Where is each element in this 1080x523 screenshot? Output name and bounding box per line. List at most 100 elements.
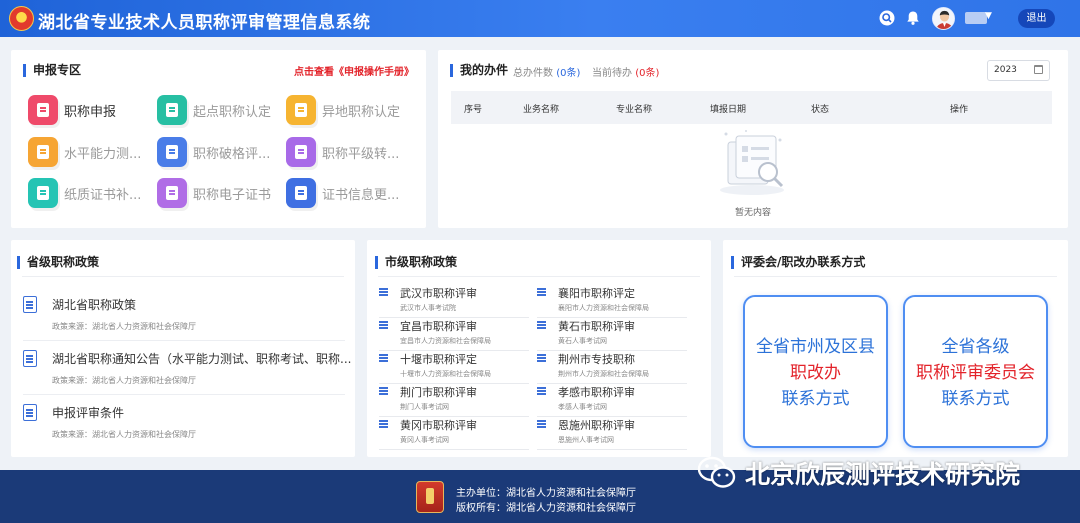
ministry-logo-icon	[416, 481, 444, 513]
city-title: 武汉市职称评审	[400, 287, 477, 300]
contact-line-highlight: 职改办	[790, 363, 841, 383]
policy-title: 湖北省职称通知公告（水平能力测试、职称考试、职称...	[52, 352, 352, 366]
document-icon	[23, 404, 37, 421]
case-icon	[286, 137, 316, 167]
city-item-jingmen[interactable]: 荆门市职称评审 荆门人事考试网	[379, 384, 529, 417]
apply-item-paper-reissue[interactable]: 纸质证书补...	[28, 178, 141, 208]
list-icon	[537, 288, 546, 296]
list-icon	[379, 354, 388, 362]
emblem-icon	[9, 6, 34, 31]
year-picker[interactable]: 2023	[987, 60, 1050, 81]
divider	[23, 340, 345, 341]
city-title: 十堰市职称评定	[400, 353, 477, 366]
empty-state-text: 暂无内容	[735, 208, 772, 218]
column-header: 序号	[464, 105, 483, 115]
list-icon	[379, 321, 388, 329]
watermark-text: 北京欣辰测评技术研究院	[745, 460, 1021, 489]
todo-total-value: (0条)	[556, 68, 581, 79]
apply-item-ability-test[interactable]: 水平能力测...	[28, 137, 141, 167]
apply-item-title-application[interactable]: 职称申报	[28, 95, 116, 125]
city-item-jingzhou[interactable]: 荆州市专技职称 荆州市人力资源和社会保障局	[537, 351, 687, 384]
apply-item-label: 纸质证书补...	[64, 187, 142, 203]
contact-line-highlight: 职称评审委员会	[916, 363, 1035, 383]
apply-item-label: 异地职称认定	[322, 104, 401, 120]
city-source: 黄石人事考试网	[558, 337, 607, 345]
apply-item-transfer[interactable]: 职称平级转...	[286, 137, 399, 167]
city-item-huangshi[interactable]: 黄石市职称评审 黄石人事考试网	[537, 318, 687, 351]
column-header: 填报日期	[710, 105, 747, 115]
apply-item-remote-title[interactable]: 异地职称认定	[286, 95, 400, 125]
briefcase-icon	[157, 137, 187, 167]
todo-total: 总办件数 (0条)	[513, 64, 580, 79]
city-item-xiaogan[interactable]: 孝感市职称评审 孝感人事考试网	[537, 384, 687, 417]
todo-section-title: 我的办件	[450, 64, 508, 77]
calendar-icon	[1034, 65, 1043, 74]
avatar[interactable]	[932, 7, 955, 30]
apply-section-title: 申报专区	[23, 64, 81, 77]
manual-link[interactable]: 点击查看《申报操作手册》	[294, 63, 414, 78]
logout-button[interactable]: 退出	[1018, 9, 1055, 28]
list-icon	[537, 321, 546, 329]
committee-contact-button[interactable]: 全省各级 职称评审委员会 联系方式	[903, 295, 1048, 448]
divider	[22, 276, 344, 277]
city-office-contact-button[interactable]: 全省市州及区县 职改办 联系方式	[743, 295, 888, 448]
city-item-enshi[interactable]: 恩施州职称评审 恩施州人事考试网	[537, 417, 687, 450]
city-item-xiangyang[interactable]: 襄阳市职称评定 襄阳市人力资源和社会保障局	[537, 285, 687, 318]
city-item-huanggang[interactable]: 黄冈市职称评审 黄冈人事考试网	[379, 417, 529, 450]
apply-item-exceptional[interactable]: 职称破格评...	[157, 137, 270, 167]
apply-item-label: 职称平级转...	[322, 146, 400, 162]
chevron-down-icon[interactable]: ▼	[985, 11, 992, 21]
list-icon	[537, 354, 546, 362]
search-icon[interactable]	[879, 10, 895, 26]
apply-item-label: 职称申报	[64, 104, 117, 120]
app-title: 湖北省专业技术人员职称评审管理信息系统	[38, 13, 371, 33]
column-header: 操作	[950, 105, 969, 115]
apply-item-e-certificate[interactable]: 职称电子证书	[157, 178, 271, 208]
apply-item-label: 证书信息更...	[322, 187, 400, 203]
city-source: 黄冈人事考试网	[400, 436, 449, 444]
apply-item-label: 水平能力测...	[64, 146, 142, 162]
city-title: 襄阳市职称评定	[558, 287, 635, 300]
divider	[734, 276, 1057, 277]
todo-pending: 当前待办 (0条)	[592, 64, 659, 79]
table-header: 序号 业务名称 专业名称 填报日期 状态 操作	[451, 91, 1052, 124]
column-header: 业务名称	[523, 105, 560, 115]
certificate-a-icon	[28, 137, 58, 167]
building-icon	[286, 95, 316, 125]
city-source: 十堰市人力资源和社会保障局	[400, 370, 491, 378]
city-source: 荆门人事考试网	[400, 403, 449, 411]
city-source: 襄阳市人力资源和社会保障局	[558, 304, 649, 312]
city-source: 武汉市人事考试院	[400, 304, 456, 312]
todo-pending-label: 当前待办	[592, 68, 632, 79]
watermark: 北京欣辰测评技术研究院	[697, 455, 1020, 491]
column-header: 状态	[811, 105, 830, 115]
city-source: 宜昌市人力资源和社会保障局	[400, 337, 491, 345]
city-item-shiyan[interactable]: 十堰市职称评定 十堰市人力资源和社会保障局	[379, 351, 529, 384]
footer-sponsor: 主办单位：湖北省人力资源和社会保障厅	[456, 488, 636, 499]
province-policy-title: 省级职称政策	[17, 256, 99, 269]
user-name[interactable]	[965, 12, 987, 24]
policy-title: 湖北省职称政策	[52, 298, 137, 312]
apply-item-starting-title[interactable]: 起点职称认定	[157, 95, 271, 125]
contact-line: 全省各级	[941, 337, 1010, 357]
bell-icon[interactable]	[905, 10, 921, 26]
contact-section-title: 评委会/职改办联系方式	[731, 256, 865, 269]
policy-source: 政策来源：湖北省人力资源和社会保障厅	[52, 322, 196, 331]
policy-source: 政策来源：湖北省人力资源和社会保障厅	[52, 430, 196, 439]
footer-copyright: 版权所有：湖北省人力资源和社会保障厅	[456, 503, 636, 514]
apply-item-label: 起点职称认定	[193, 104, 272, 120]
apply-item-cert-update[interactable]: 证书信息更...	[286, 178, 399, 208]
todo-total-label: 总办件数	[513, 68, 553, 79]
todo-pending-value: (0条)	[635, 68, 660, 79]
city-title: 荆门市职称评审	[400, 386, 477, 399]
document-icon	[23, 296, 37, 313]
city-title: 宜昌市职称评审	[400, 320, 477, 333]
refresh-icon	[286, 178, 316, 208]
empty-state-icon	[720, 130, 784, 195]
city-item-wuhan[interactable]: 武汉市职称评审 武汉市人事考试院	[379, 285, 529, 318]
city-title: 孝感市职称评审	[558, 386, 635, 399]
top-header: 湖北省专业技术人员职称评审管理信息系统 ▼ 退出	[0, 0, 1080, 37]
province-policy-section	[11, 240, 355, 457]
city-item-yichang[interactable]: 宜昌市职称评审 宜昌市人力资源和社会保障局	[379, 318, 529, 351]
list-icon	[379, 288, 388, 296]
